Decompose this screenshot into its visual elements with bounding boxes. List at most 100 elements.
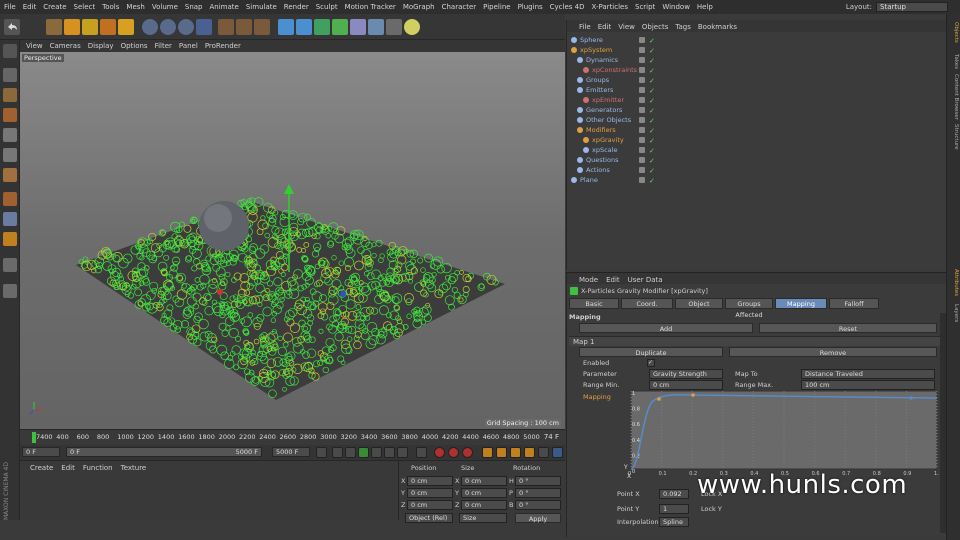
start-frame-field[interactable]: 0 F (22, 447, 60, 457)
timeline[interactable]: 74 F 7400 400 600 800 1000 1200 1400 1600 1800 20… (20, 429, 565, 445)
right-tab-attributes[interactable]: Attributes (949, 269, 959, 296)
autokey-icon[interactable] (448, 447, 459, 458)
object-row[interactable]: Actions ✓ (567, 165, 947, 175)
snap-icon[interactable] (3, 232, 17, 246)
enable-check[interactable]: ✓ (649, 176, 655, 186)
texture-mode-icon[interactable] (3, 88, 17, 102)
make-editable-icon[interactable] (3, 44, 17, 58)
menu-item-mesh[interactable]: Mesh (126, 3, 144, 11)
curve-point-2[interactable] (691, 393, 695, 397)
menu-item-create[interactable]: Create (43, 3, 66, 11)
object-row[interactable]: xpConstraints ✓ (567, 65, 947, 75)
next-frame-icon[interactable] (371, 447, 382, 458)
menu-item-tools[interactable]: Tools (102, 3, 119, 11)
visibility-dots[interactable] (639, 97, 645, 103)
object-row[interactable]: Dynamics ✓ (567, 55, 947, 65)
visibility-dots[interactable] (639, 117, 645, 123)
reset-button[interactable]: Reset (759, 323, 937, 333)
objects-menu-file[interactable]: File (579, 23, 591, 31)
material-menu-texture[interactable]: Texture (121, 464, 147, 472)
tab-groups-affected[interactable]: Groups Affected (725, 298, 773, 319)
viewport-menu-options[interactable]: Options (121, 42, 148, 50)
points-mode-icon[interactable] (3, 128, 17, 142)
mapping-curve-editor[interactable]: 00.10.20.30.40.50.60.70.80.91.010.80.60.… (623, 389, 939, 479)
floor-icon[interactable] (368, 19, 384, 35)
next-key-icon[interactable] (384, 447, 395, 458)
objects-menu-view[interactable]: View (618, 23, 635, 31)
scale-tool-icon[interactable] (82, 19, 98, 35)
size-field[interactable]: 0 cm (461, 500, 507, 510)
menu-item-x-particles[interactable]: X-Particles (592, 3, 628, 11)
objects-menu-tags[interactable]: Tags (675, 23, 691, 31)
visibility-dots[interactable] (639, 147, 645, 153)
rotation-field[interactable]: 0 ° (515, 488, 561, 498)
object-row[interactable]: xpScale ✓ (567, 145, 947, 155)
menu-item-edit[interactable]: Edit (23, 3, 37, 11)
layer-icon[interactable] (3, 284, 17, 298)
apply-button[interactable]: Apply (515, 513, 561, 523)
tab-mapping[interactable]: Mapping (775, 298, 827, 309)
menu-item-render[interactable]: Render (284, 3, 309, 11)
y-axis-lock-icon[interactable] (160, 19, 176, 35)
size-field[interactable]: 0 cm (461, 476, 507, 486)
viewport-menu-display[interactable]: Display (88, 42, 114, 50)
scale-key-icon[interactable] (496, 447, 507, 458)
parameter-dropdown[interactable]: Gravity Strength (649, 369, 723, 379)
object-row[interactable]: Generators ✓ (567, 105, 947, 115)
object-row[interactable]: xpEmitter ✓ (567, 95, 947, 105)
menu-item-select[interactable]: Select (74, 3, 96, 11)
menu-item-motion-tracker[interactable]: Motion Tracker (345, 3, 396, 11)
material-menu-edit[interactable]: Edit (61, 464, 75, 472)
timeline-layout-icon[interactable] (552, 447, 563, 458)
subdivision-icon[interactable] (296, 19, 312, 35)
remove-button[interactable]: Remove (729, 347, 937, 357)
go-to-end-icon[interactable] (397, 447, 408, 458)
point-y-field[interactable]: 1 (659, 504, 689, 514)
right-tab-takes[interactable]: Takes (949, 54, 959, 69)
enabled-checkbox[interactable]: ✓ (647, 359, 655, 367)
interpolation-dropdown[interactable]: Spline (659, 517, 689, 527)
menu-item-animate[interactable]: Animate (210, 3, 239, 11)
attribute-menu-edit[interactable]: Edit (606, 276, 620, 284)
curve-point-1[interactable] (657, 397, 661, 401)
play-icon[interactable] (358, 447, 369, 458)
attribute-menu-mode[interactable]: Mode (579, 276, 598, 284)
viewport-menu-filter[interactable]: Filter (155, 42, 172, 50)
objects-menu-bookmarks[interactable]: Bookmarks (698, 23, 737, 31)
attribute-menu-user-data[interactable]: User Data (628, 276, 663, 284)
visibility-dots[interactable] (639, 87, 645, 93)
map-1-header[interactable]: Map 1 (569, 336, 941, 346)
end-frame-field[interactable]: 5000 F (272, 447, 310, 457)
point-x-field[interactable]: 0.092 (659, 489, 689, 499)
position-field[interactable]: 0 cm (407, 476, 453, 486)
previous-key-icon[interactable] (332, 447, 343, 458)
object-row[interactable]: Emitters ✓ (567, 85, 947, 95)
solo-icon[interactable] (3, 258, 17, 272)
cloner-icon[interactable] (314, 19, 330, 35)
right-tab-objects[interactable]: Objects (949, 22, 959, 43)
tab-basic[interactable]: Basic (569, 298, 619, 309)
menu-item-window[interactable]: Window (662, 3, 690, 11)
visibility-dots[interactable] (639, 157, 645, 163)
object-row[interactable]: Groups ✓ (567, 75, 947, 85)
camera-icon[interactable] (386, 19, 402, 35)
object-row[interactable]: Plane ✓ (567, 175, 947, 185)
menu-item-character[interactable]: Character (442, 3, 477, 11)
layout-selector[interactable]: Layout: Startup (846, 2, 948, 12)
layout-dropdown[interactable]: Startup (876, 2, 948, 12)
menu-item-sculpt[interactable]: Sculpt (316, 3, 338, 11)
visibility-dots[interactable] (639, 37, 645, 43)
workplane-icon[interactable] (3, 108, 17, 122)
viewport-menu-view[interactable]: View (26, 42, 43, 50)
last-tool-icon[interactable] (118, 19, 134, 35)
visibility-dots[interactable] (639, 57, 645, 63)
position-field[interactable]: 0 cm (407, 500, 453, 510)
position-key-icon[interactable] (482, 447, 493, 458)
objects-menu-objects[interactable]: Objects (642, 23, 668, 31)
parameter-key-icon[interactable] (524, 447, 535, 458)
visibility-dots[interactable] (639, 177, 645, 183)
coordinate-system-icon[interactable] (196, 19, 212, 35)
viewport[interactable]: Perspective Grid Spacing : 100 cm (20, 52, 565, 429)
visibility-dots[interactable] (639, 67, 645, 73)
menu-item-script[interactable]: Script (635, 3, 655, 11)
